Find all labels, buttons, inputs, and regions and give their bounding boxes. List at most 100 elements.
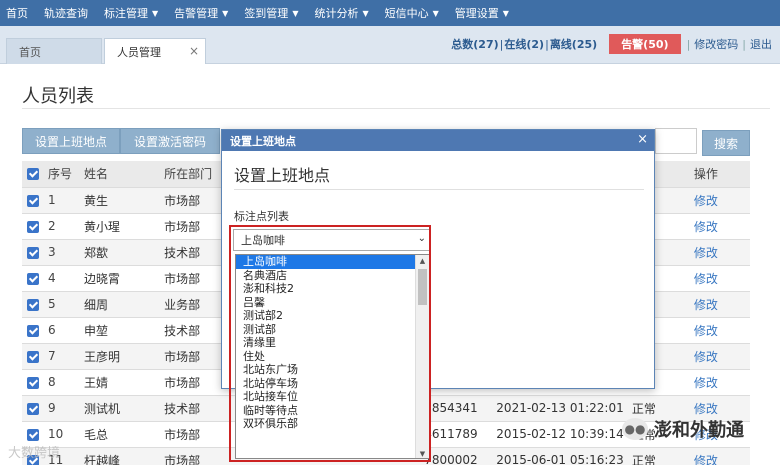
dropdown-option[interactable]: 吕馨 <box>236 296 416 310</box>
set-password-button[interactable]: 设置激活密码 <box>120 128 220 154</box>
row-checkbox[interactable] <box>22 239 45 266</box>
cell-name: 黄小瑆 <box>80 213 161 240</box>
dropdown-option[interactable]: 澎和科技2 <box>236 282 416 296</box>
row-checkbox[interactable] <box>22 395 45 422</box>
cell-name: 毛总 <box>80 421 161 448</box>
location-select[interactable]: 上岛咖啡 ⌄ <box>233 229 431 251</box>
dropdown-option[interactable]: 清缘里 <box>236 336 416 350</box>
dropdown-option[interactable]: 北站东广场 <box>236 363 416 377</box>
row-checkbox[interactable] <box>22 213 45 240</box>
dropdown-option[interactable]: 名典酒店 <box>236 269 416 283</box>
dropdown-option[interactable]: 双环俱乐部 <box>236 417 416 431</box>
search-button[interactable]: 搜索 <box>702 130 750 156</box>
cell-name: 杆越峰 <box>80 447 161 465</box>
nav-item[interactable]: 轨迹查询 <box>38 0 98 26</box>
edit-link[interactable]: 修改 <box>689 265 750 292</box>
search-input[interactable] <box>655 128 697 154</box>
nav-item-label: 短信中心 <box>384 7 429 20</box>
cell-no: 6 <box>44 317 81 344</box>
stat-separator: | <box>545 37 549 51</box>
cell-no: 1 <box>44 187 81 214</box>
nav-item-label: 轨迹查询 <box>44 7 88 20</box>
dropdown-option[interactable]: 上岛咖啡 <box>236 255 416 269</box>
row-checkbox[interactable] <box>22 291 45 318</box>
nav-item[interactable]: 标注管理 ▼ <box>98 0 168 26</box>
row-checkbox[interactable] <box>22 265 45 292</box>
row-checkbox[interactable] <box>22 369 45 396</box>
cell-dept: 技术部 <box>160 239 219 266</box>
scroll-up-icon[interactable]: ▲ <box>416 255 429 267</box>
nav-item-label: 管理设置 <box>454 7 499 20</box>
cell-dept: 市场部 <box>160 213 219 240</box>
header-dept: 所在部门 <box>160 161 219 188</box>
dropdown-option[interactable]: 北站接车位 <box>236 390 416 404</box>
edit-link[interactable]: 修改 <box>689 187 750 214</box>
cell-dept: 技术部 <box>160 317 219 344</box>
edit-link[interactable]: 修改 <box>689 317 750 344</box>
stat-separator: | <box>499 37 504 51</box>
chevron-down-icon: ⌄ <box>417 233 426 244</box>
caret-down-icon: ▼ <box>502 8 509 18</box>
cell-date: 2015-02-12 10:39:14 <box>492 421 628 448</box>
checkbox-icon <box>27 402 39 415</box>
scroll-down-icon[interactable]: ▼ <box>416 448 429 458</box>
cell-dept: 市场部 <box>160 421 219 448</box>
dropdown-option[interactable]: 北站停车场 <box>236 377 416 391</box>
caret-down-icon: ▼ <box>222 8 229 18</box>
edit-link[interactable]: 修改 <box>689 369 750 396</box>
nav-item[interactable]: 短信中心 ▼ <box>379 0 449 26</box>
dropdown-option[interactable]: 测试部 <box>236 323 416 337</box>
set-location-button[interactable]: 设置上班地点 <box>22 128 120 154</box>
nav-item[interactable]: 签到管理 ▼ <box>238 0 308 26</box>
edit-link[interactable]: 修改 <box>689 239 750 266</box>
cell-no: 2 <box>44 213 81 240</box>
alarm-badge[interactable]: 告警(50) <box>609 34 681 54</box>
row-checkbox[interactable] <box>22 187 45 214</box>
checkbox-icon <box>27 324 39 337</box>
nav-item[interactable]: 管理设置 ▼ <box>449 0 519 26</box>
offline-count[interactable]: 离线(25) <box>550 36 597 52</box>
nav-item[interactable]: 告警管理 ▼ <box>168 0 238 26</box>
cell-name: 王彦明 <box>80 343 161 370</box>
online-count[interactable]: 在线(2) <box>504 36 544 52</box>
checkbox-icon <box>27 246 39 259</box>
scrollbar[interactable]: ▲ ▼ <box>415 255 429 458</box>
checkbox-icon <box>27 168 39 181</box>
location-dropdown: 上岛咖啡 名典酒店 澎和科技2 吕馨 测试部2 测试部 清缘里 住处 北站东广场 北站停车场 北站接… <box>235 254 430 459</box>
cell-name: 细周 <box>80 291 161 318</box>
cell-status: 正常 <box>627 447 690 465</box>
dropdown-option[interactable]: 住处 <box>236 350 416 364</box>
total-count[interactable]: 总数(27) <box>451 36 498 52</box>
edit-link[interactable]: 修改 <box>689 291 750 318</box>
dropdown-option[interactable]: 临时等待点 <box>236 404 416 418</box>
dropdown-option[interactable]: 测试部2 <box>236 309 416 323</box>
caret-down-icon: ▼ <box>432 8 439 18</box>
tab-user-management[interactable]: 人员管理 × <box>104 38 206 64</box>
option-list: 上岛咖啡 名典酒店 澎和科技2 吕馨 测试部2 测试部 清缘里 住处 北站东广场 北站停车场 北站接… <box>236 255 429 431</box>
scroll-thumb[interactable] <box>418 269 427 305</box>
cell-dept: 市场部 <box>160 369 219 396</box>
change-password-link[interactable]: 修改密码 <box>690 36 742 52</box>
close-icon[interactable]: × <box>637 132 648 147</box>
edit-link[interactable]: 修改 <box>689 213 750 240</box>
caret-down-icon: ▼ <box>292 8 299 18</box>
checkbox-icon <box>27 220 39 233</box>
close-icon[interactable]: × <box>189 44 199 58</box>
page-title: 人员列表 <box>22 86 94 107</box>
logout-link[interactable]: 退出 <box>746 36 776 52</box>
select-all-checkbox[interactable] <box>22 161 45 188</box>
row-checkbox[interactable] <box>22 317 45 344</box>
nav-item[interactable]: 首页 <box>0 0 38 26</box>
watermark-right: ●● 澎和外勤通 <box>622 416 744 442</box>
row-checkbox[interactable] <box>22 343 45 370</box>
checkbox-icon <box>27 350 39 363</box>
nav-item-label: 签到管理 <box>244 7 289 20</box>
checkbox-icon <box>27 428 39 441</box>
edit-link[interactable]: 修改 <box>689 447 750 465</box>
tab-home[interactable]: 首页 <box>6 38 102 64</box>
location-select-value: 上岛咖啡 <box>241 234 285 247</box>
cell-name: 王婧 <box>80 369 161 396</box>
checkbox-icon <box>27 194 39 207</box>
nav-item[interactable]: 统计分析 ▼ <box>308 0 378 26</box>
edit-link[interactable]: 修改 <box>689 343 750 370</box>
